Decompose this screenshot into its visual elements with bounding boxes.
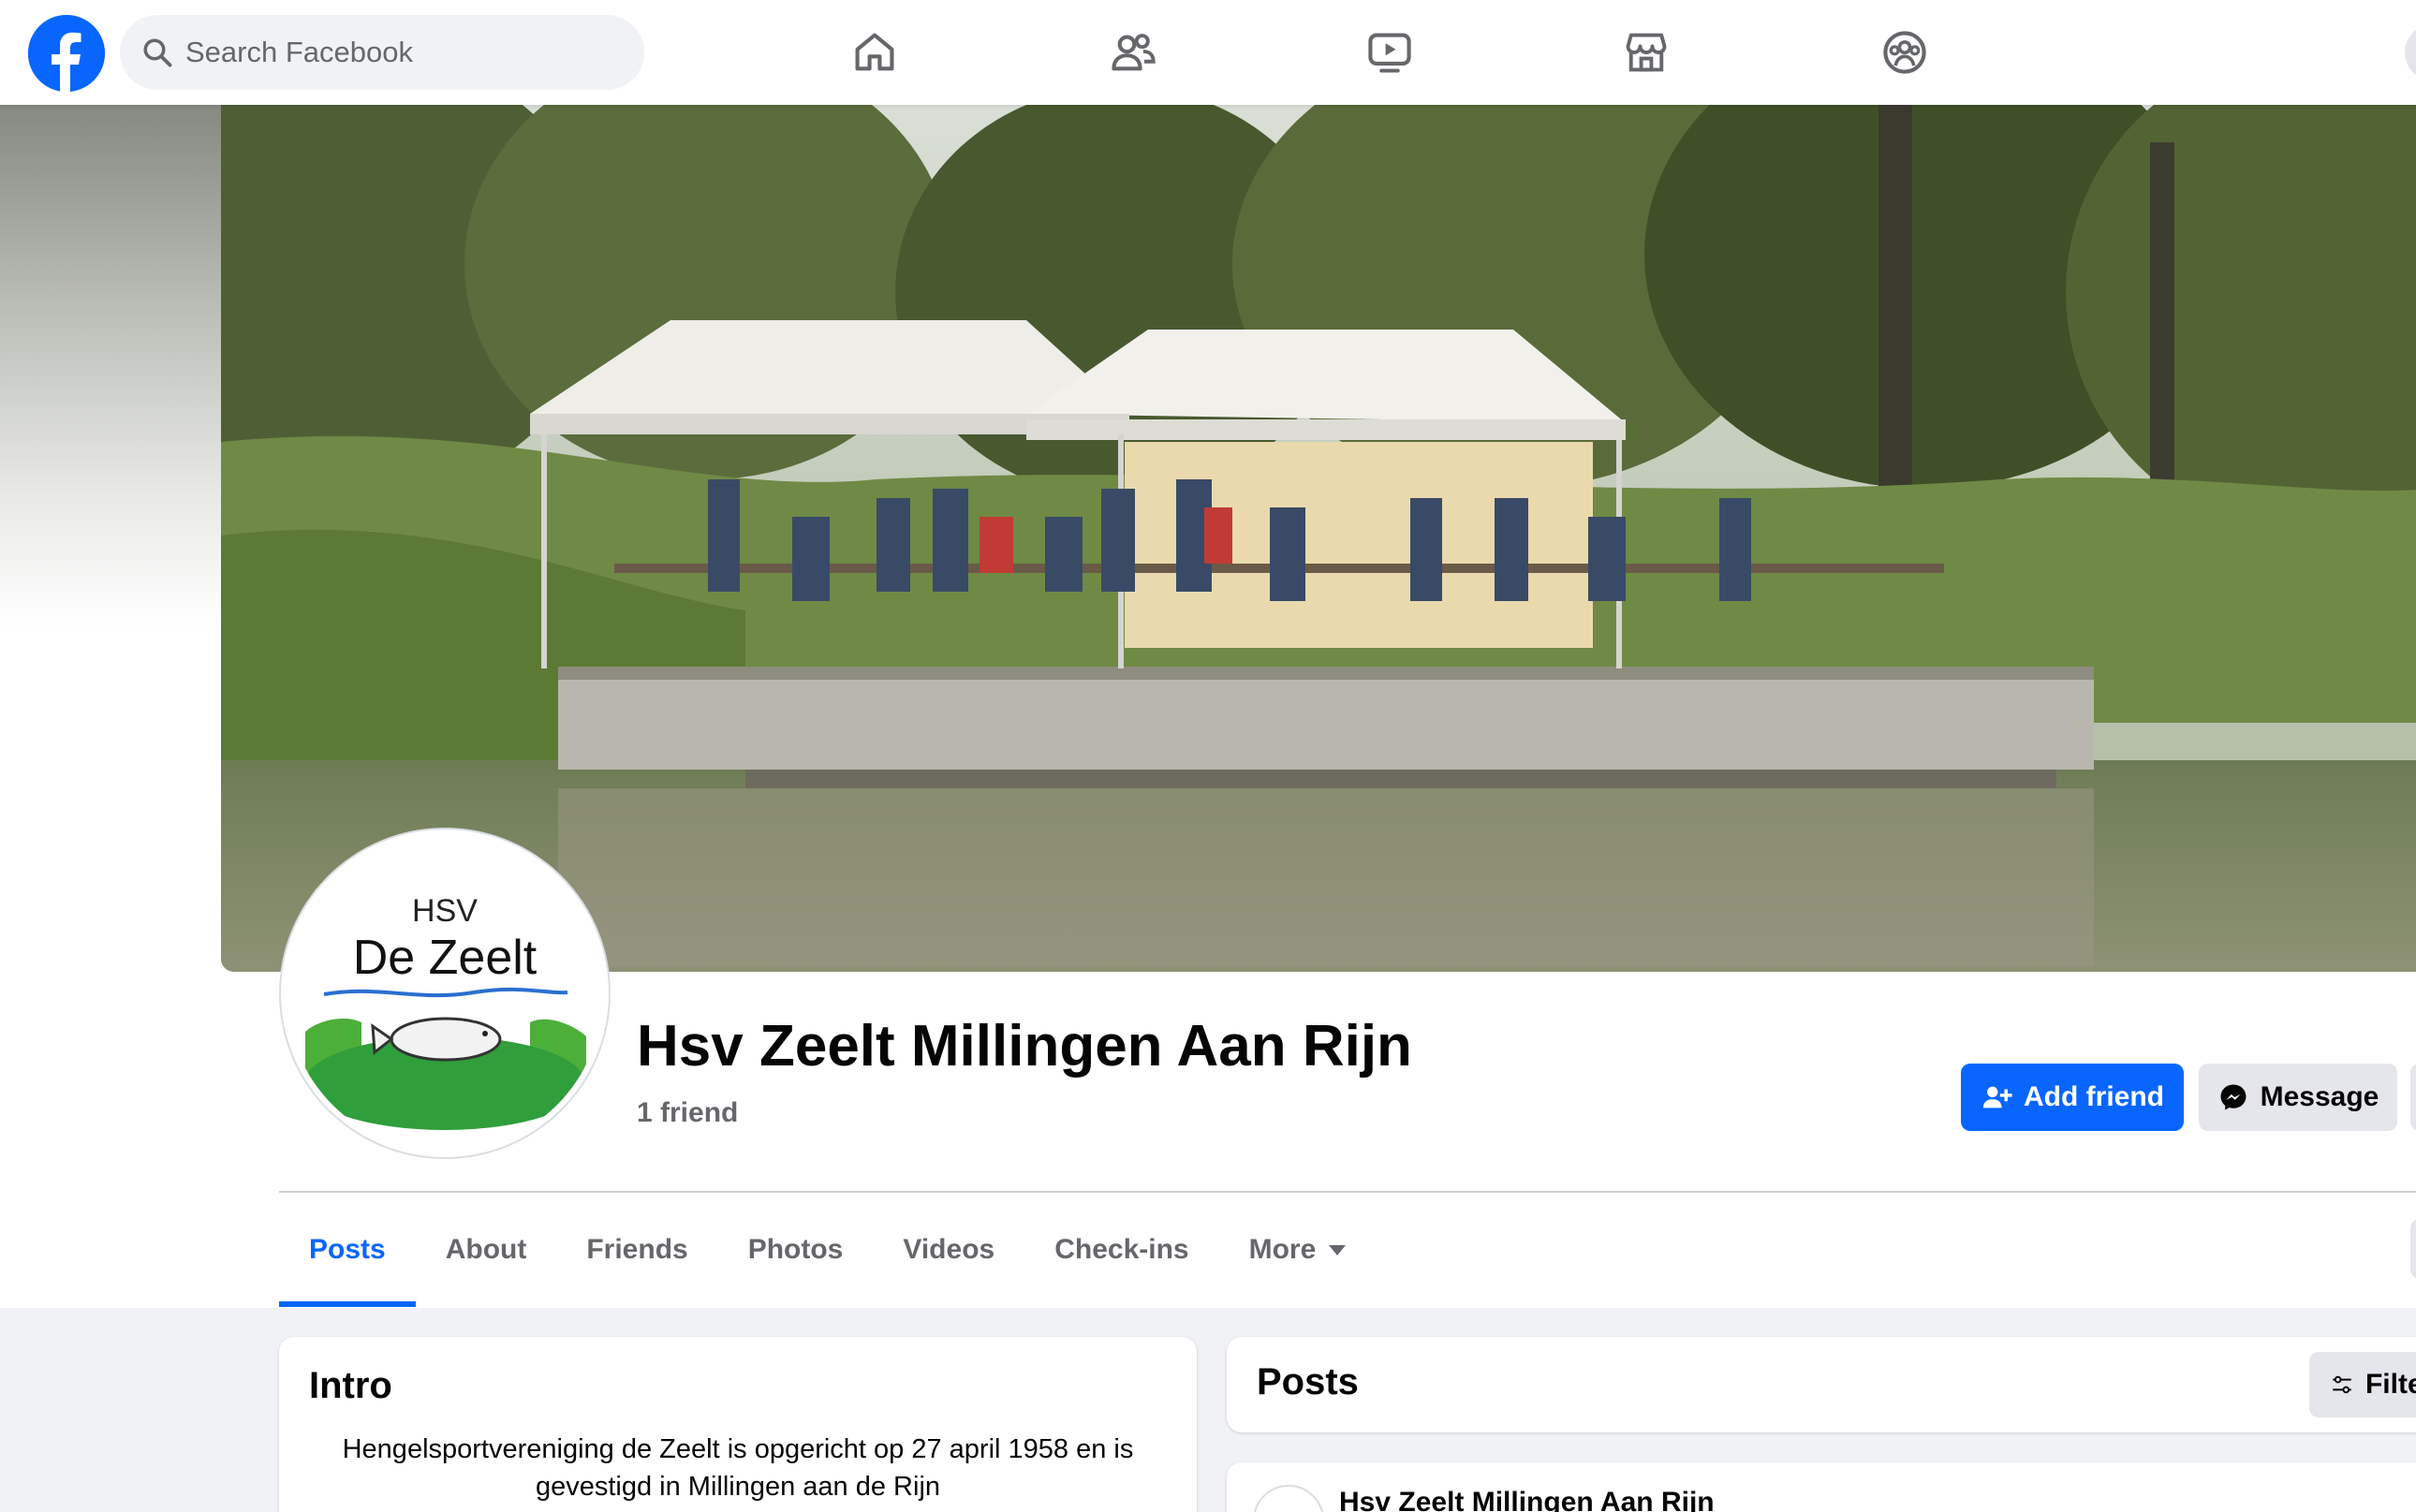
tab-options-button[interactable] <box>2410 1219 2416 1279</box>
tab-videos-label: Videos <box>903 1234 995 1265</box>
tab-about-label: About <box>445 1234 527 1265</box>
tab-more-label: More <box>1248 1234 1317 1265</box>
posts-title: Posts <box>1257 1361 1359 1402</box>
search-input[interactable] <box>185 15 626 90</box>
filters-button[interactable]: Filters <box>2309 1352 2416 1417</box>
search-icon <box>143 38 172 67</box>
tab-posts[interactable]: Posts <box>279 1195 416 1307</box>
message-button[interactable]: Message <box>2199 1064 2397 1131</box>
post-author-name[interactable]: Hsv Zeelt Millingen Aan Rijn <box>1339 1487 1715 1512</box>
post-card: Hsv Zeelt Millingen Aan Rijn <box>1227 1462 2416 1512</box>
search-bar[interactable] <box>120 15 644 90</box>
tab-photos[interactable]: Photos <box>718 1195 874 1305</box>
profile-avatar[interactable]: HSV De Zeelt <box>281 829 609 1157</box>
facebook-logo-icon[interactable] <box>28 15 105 92</box>
friends-icon <box>1112 34 1156 71</box>
video-icon <box>1368 33 1411 73</box>
tab-check-ins[interactable]: Check-ins <box>1024 1195 1218 1305</box>
cover-photo[interactable] <box>221 105 2416 972</box>
menu-button[interactable] <box>2405 24 2416 81</box>
tab-friends[interactable]: Friends <box>556 1195 717 1305</box>
top-navigation-bar <box>0 0 2416 105</box>
more-actions-button[interactable] <box>2410 1064 2416 1131</box>
profile-tabs: Posts About Friends Photos Videos Check-… <box>279 1195 1376 1307</box>
logo-dezeelt-text: De Zeelt <box>353 931 538 985</box>
tab-check-ins-label: Check-ins <box>1054 1234 1189 1265</box>
messenger-icon <box>2220 1084 2247 1110</box>
intro-bio-text: Hengelsportvereniging de Zeelt is opgeri… <box>342 1434 1134 1502</box>
nav-home[interactable] <box>841 21 908 84</box>
filters-icon <box>2333 1375 2351 1394</box>
add-friend-label: Add friend <box>2024 1081 2164 1112</box>
friend-count-link[interactable]: 1 friend <box>637 1097 738 1129</box>
intro-title: Intro <box>309 1365 392 1406</box>
groups-icon <box>1883 31 1926 74</box>
tab-about[interactable]: About <box>416 1195 557 1305</box>
tab-videos[interactable]: Videos <box>873 1195 1024 1305</box>
add-friend-button[interactable]: Add friend <box>1961 1064 2184 1131</box>
cover-backdrop-fade <box>0 105 221 760</box>
nav-friends[interactable] <box>1099 21 1167 84</box>
header-divider <box>279 1191 2416 1193</box>
add-friend-icon <box>1982 1086 2012 1108</box>
tab-friends-label: Friends <box>586 1234 688 1265</box>
intro-card: Intro Hengelsportvereniging de Zeelt is … <box>279 1337 1197 1512</box>
message-label: Message <box>2260 1081 2379 1112</box>
marketplace-icon <box>1626 33 1667 72</box>
nav-video[interactable] <box>1356 21 1423 84</box>
nav-groups[interactable] <box>1871 21 1938 84</box>
filters-label: Filters <box>2364 1369 2416 1400</box>
caret-down-icon <box>1329 1244 1347 1255</box>
posts-header-card: Posts Filters <box>1227 1337 2416 1432</box>
tab-more[interactable]: More <box>1219 1195 1377 1305</box>
logo-hsv-text: HSV <box>412 893 478 929</box>
tab-photos-label: Photos <box>747 1234 844 1265</box>
post-author-avatar[interactable] <box>1253 1485 1324 1512</box>
tab-posts-label: Posts <box>309 1234 386 1265</box>
home-icon <box>855 33 894 71</box>
nav-marketplace[interactable] <box>1613 21 1680 84</box>
page-title: Hsv Zeelt Millingen Aan Rijn <box>637 1014 1412 1079</box>
